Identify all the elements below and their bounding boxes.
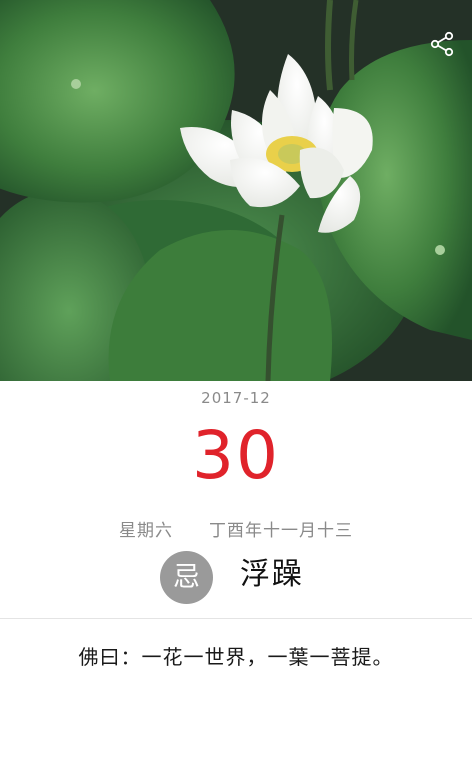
daily-quote: 佛曰：一花一世界，一葉一菩提。 bbox=[78, 645, 394, 669]
avoid-text: 浮躁 bbox=[240, 557, 304, 592]
year-month: 2017-12 bbox=[201, 389, 271, 407]
share-icon bbox=[430, 31, 454, 57]
weekday-label: 星期六 bbox=[119, 521, 173, 541]
day-number: 30 bbox=[192, 417, 280, 494]
divider bbox=[0, 618, 472, 619]
avoid-row: 忌 浮躁 bbox=[0, 551, 472, 607]
lotus-illustration bbox=[0, 0, 472, 381]
lunar-date: 丁酉年十一月十三 bbox=[209, 521, 353, 541]
weekday-lunar-row: 星期六 丁酉年十一月十三 bbox=[0, 516, 472, 541]
share-button[interactable] bbox=[426, 28, 458, 60]
avoid-badge: 忌 bbox=[160, 551, 213, 604]
hero-lotus-photo bbox=[0, 0, 472, 381]
